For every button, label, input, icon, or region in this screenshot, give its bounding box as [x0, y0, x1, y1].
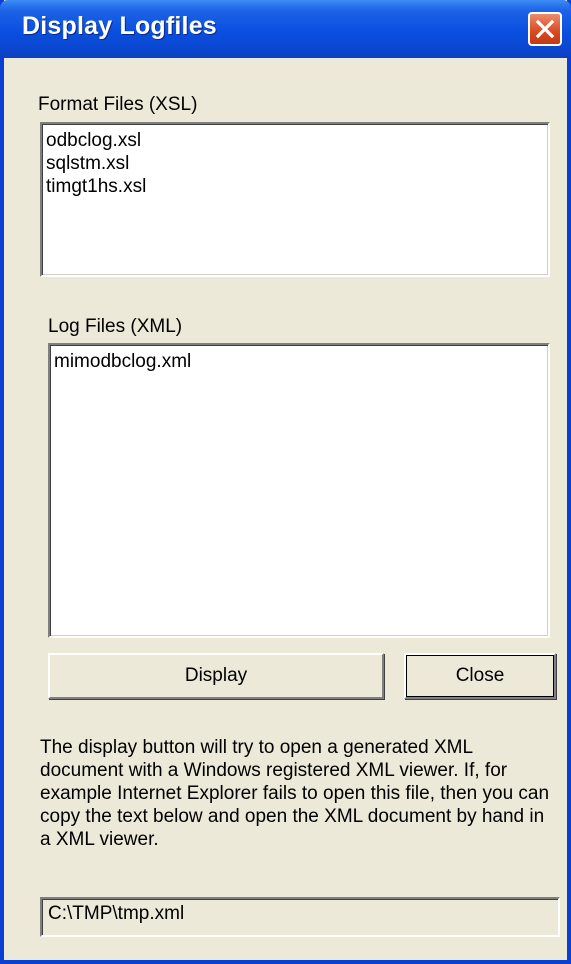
title-close-button[interactable] — [528, 12, 562, 46]
display-logfiles-dialog: Display Logfiles Format Files (XSL) odbc… — [0, 0, 571, 964]
list-item[interactable]: odbclog.xsl — [46, 129, 544, 152]
close-button[interactable]: Close — [404, 653, 556, 699]
display-button[interactable]: Display — [48, 653, 384, 699]
list-item[interactable]: mimodbclog.xml — [54, 350, 544, 373]
list-item[interactable]: sqlstm.xsl — [46, 152, 544, 175]
log-files-list[interactable]: mimodbclog.xml — [48, 343, 550, 638]
log-files-label: Log Files (XML) — [48, 316, 183, 337]
format-files-label: Format Files (XSL) — [38, 94, 198, 115]
close-icon — [535, 19, 555, 39]
help-text: The display button will try to open a ge… — [40, 737, 550, 850]
format-files-list[interactable]: odbclog.xsl sqlstm.xsl timgt1hs.xsl — [40, 122, 550, 277]
list-item[interactable]: timgt1hs.xsl — [46, 175, 544, 198]
title-bar[interactable]: Display Logfiles — [0, 0, 571, 58]
path-field[interactable]: C:\TMP\tmp.xml — [40, 897, 560, 937]
window-title: Display Logfiles — [22, 12, 217, 40]
